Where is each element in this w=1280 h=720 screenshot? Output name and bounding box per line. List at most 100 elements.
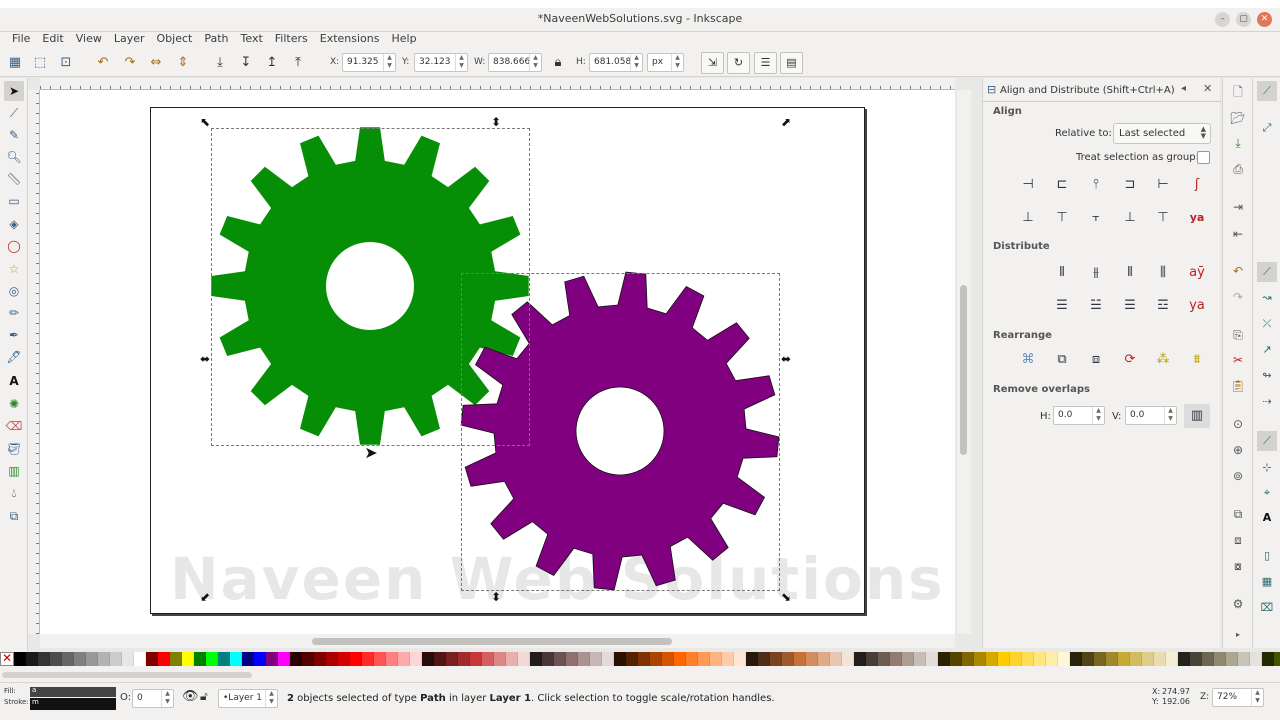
palette-swatch[interactable] (950, 652, 962, 666)
snap-midpoints-icon[interactable]: ⇢ (1257, 392, 1277, 412)
lower-to-bottom-icon[interactable]: ⤓ (211, 54, 229, 72)
overlap-h-arrows-icon[interactable]: ▲ ▼ (1092, 407, 1104, 424)
palette-swatch[interactable] (362, 652, 374, 666)
palette-swatch[interactable] (1178, 652, 1190, 666)
ellipse-tool-icon[interactable]: ◯ (4, 236, 24, 256)
zoom-drawing-icon[interactable]: ⊕ (1229, 441, 1247, 459)
palette-swatch[interactable] (578, 652, 590, 666)
palette-swatch[interactable] (1010, 652, 1022, 666)
more-commands-icon[interactable]: ▸ (1229, 626, 1247, 644)
palette-swatch[interactable] (866, 652, 878, 666)
palette-swatch[interactable] (806, 652, 818, 666)
eraser-tool-icon[interactable]: ⌫ (4, 416, 24, 436)
scale-handle-top-left-icon[interactable]: ⬉ (198, 115, 212, 129)
zoom-selection-icon[interactable]: ⊙ (1229, 415, 1247, 433)
palette-swatch[interactable] (854, 652, 866, 666)
palette-swatch[interactable] (422, 652, 434, 666)
align-baseline-horizontal-icon[interactable]: ya (1184, 206, 1210, 230)
palette-swatch[interactable] (1214, 652, 1226, 666)
vertical-scrollbar[interactable] (957, 90, 971, 634)
palette-swatch[interactable] (1262, 652, 1274, 666)
snap-paths-icon[interactable]: ↝ (1257, 288, 1277, 308)
snap-toggle-icon[interactable]: ⟋ (1257, 81, 1277, 101)
snap-rotation-center-icon[interactable]: ⌖ (1257, 483, 1277, 503)
menu-extensions[interactable]: Extensions (314, 32, 386, 50)
open-document-icon[interactable]: 📂︎ (1229, 109, 1247, 127)
node-tool-icon[interactable]: ⟋ (4, 103, 24, 123)
iconify-panel-icon[interactable]: ◂ (1181, 83, 1186, 94)
spiral-tool-icon[interactable]: ◎ (4, 281, 24, 301)
palette-swatch[interactable] (206, 652, 218, 666)
palette-swatch[interactable] (542, 652, 554, 666)
palette-swatch[interactable] (554, 652, 566, 666)
palette-swatch[interactable] (614, 652, 626, 666)
snap-others-icon[interactable]: ⟋ (1257, 431, 1277, 451)
import-icon[interactable]: ⇥ (1229, 198, 1247, 216)
palette-swatch[interactable] (998, 652, 1010, 666)
palette-swatch[interactable] (782, 652, 794, 666)
w-input[interactable]: 838.666 ▲ ▼ (488, 53, 542, 72)
palette-swatch[interactable] (86, 652, 98, 666)
palette-swatch[interactable] (1118, 652, 1130, 666)
stroke-indicator[interactable]: m (30, 698, 116, 710)
raise-to-top-icon[interactable]: ⤒ (289, 54, 307, 72)
palette-swatch[interactable] (62, 652, 74, 666)
palette-swatch[interactable] (302, 652, 314, 666)
palette-swatch[interactable] (374, 652, 386, 666)
flip-horizontal-icon[interactable]: ⇔ (147, 54, 165, 72)
scale-handle-top-right-icon[interactable]: ⬈ (779, 115, 793, 129)
palette-swatch[interactable] (134, 652, 146, 666)
palette-swatch[interactable] (1082, 652, 1094, 666)
center-horizontal-axis-icon[interactable]: ⫟ (1083, 206, 1109, 230)
palette-swatch[interactable] (434, 652, 446, 666)
paint-bucket-tool-icon[interactable]: 🪣︎ (4, 439, 24, 459)
palette-swatch[interactable] (770, 652, 782, 666)
rearrange-graph-icon[interactable]: ⌘ (1015, 348, 1041, 372)
palette-swatch[interactable] (458, 652, 470, 666)
palette-swatch[interactable] (506, 652, 518, 666)
scale-handle-right-icon[interactable]: ⬌ (779, 352, 793, 366)
palette-swatch[interactable] (938, 652, 950, 666)
align-bottom-to-top-icon[interactable]: ⊥ (1015, 206, 1041, 230)
palette-swatch[interactable] (650, 652, 662, 666)
unit-select[interactable]: px ▲ ▼ (647, 53, 684, 72)
palette-swatch[interactable] (734, 652, 746, 666)
undo-icon[interactable]: ↶ (1229, 262, 1247, 280)
palette-swatch[interactable] (1202, 652, 1214, 666)
palette-swatch[interactable] (494, 652, 506, 666)
x-input[interactable]: 91.325 ▲ ▼ (342, 53, 396, 72)
overlap-v-arrows-icon[interactable]: ▲ ▼ (1164, 407, 1176, 424)
palette-swatch[interactable] (1094, 652, 1106, 666)
palette-swatch[interactable] (1046, 652, 1058, 666)
palette-swatch[interactable] (746, 652, 758, 666)
x-spin-arrows-icon[interactable]: ▲ ▼ (383, 54, 395, 71)
palette-scrollbar[interactable] (0, 668, 1280, 682)
palette-swatch[interactable] (686, 652, 698, 666)
rotate-ccw-icon[interactable]: ↶ (94, 54, 112, 72)
palette-swatch[interactable] (338, 652, 350, 666)
y-spin-arrows-icon[interactable]: ▲ ▼ (455, 54, 467, 71)
align-baseline-vertical-icon[interactable]: ʃ (1184, 173, 1210, 197)
layer-arrows-icon[interactable]: ▲ ▼ (265, 690, 277, 707)
palette-swatch[interactable] (122, 652, 134, 666)
palette-swatch[interactable] (350, 652, 362, 666)
y-input[interactable]: 32.123 ▲ ▼ (414, 53, 468, 72)
palette-swatch[interactable] (926, 652, 938, 666)
scale-handle-top-icon[interactable]: ⬍ (489, 115, 503, 129)
overlap-h-input[interactable]: 0.0 ▲ ▼ (1053, 406, 1105, 425)
palette-swatch[interactable] (386, 652, 398, 666)
snap-text-baseline-icon[interactable]: A (1257, 508, 1277, 528)
opacity-input[interactable]: 0 ▲ ▼ (132, 689, 174, 708)
palette-swatch[interactable] (1142, 652, 1154, 666)
palette-swatch[interactable] (518, 652, 530, 666)
center-vertical-axis-icon[interactable]: ⫯ (1083, 173, 1109, 197)
palette-swatch[interactable] (674, 652, 686, 666)
palette-swatch[interactable] (974, 652, 986, 666)
unclump-icon[interactable]: ⩩ (1184, 348, 1210, 372)
star-tool-icon[interactable]: ☆ (4, 259, 24, 279)
selector-tool-icon[interactable]: ➤ (4, 81, 24, 101)
snap-nodes-icon[interactable]: ⟋ (1257, 262, 1277, 282)
xml-editor-icon[interactable]: ⚙ (1229, 595, 1247, 613)
snap-cusp-icon[interactable]: ↗ (1257, 340, 1277, 360)
lock-ratio-icon[interactable]: 🔒︎ (549, 54, 567, 72)
